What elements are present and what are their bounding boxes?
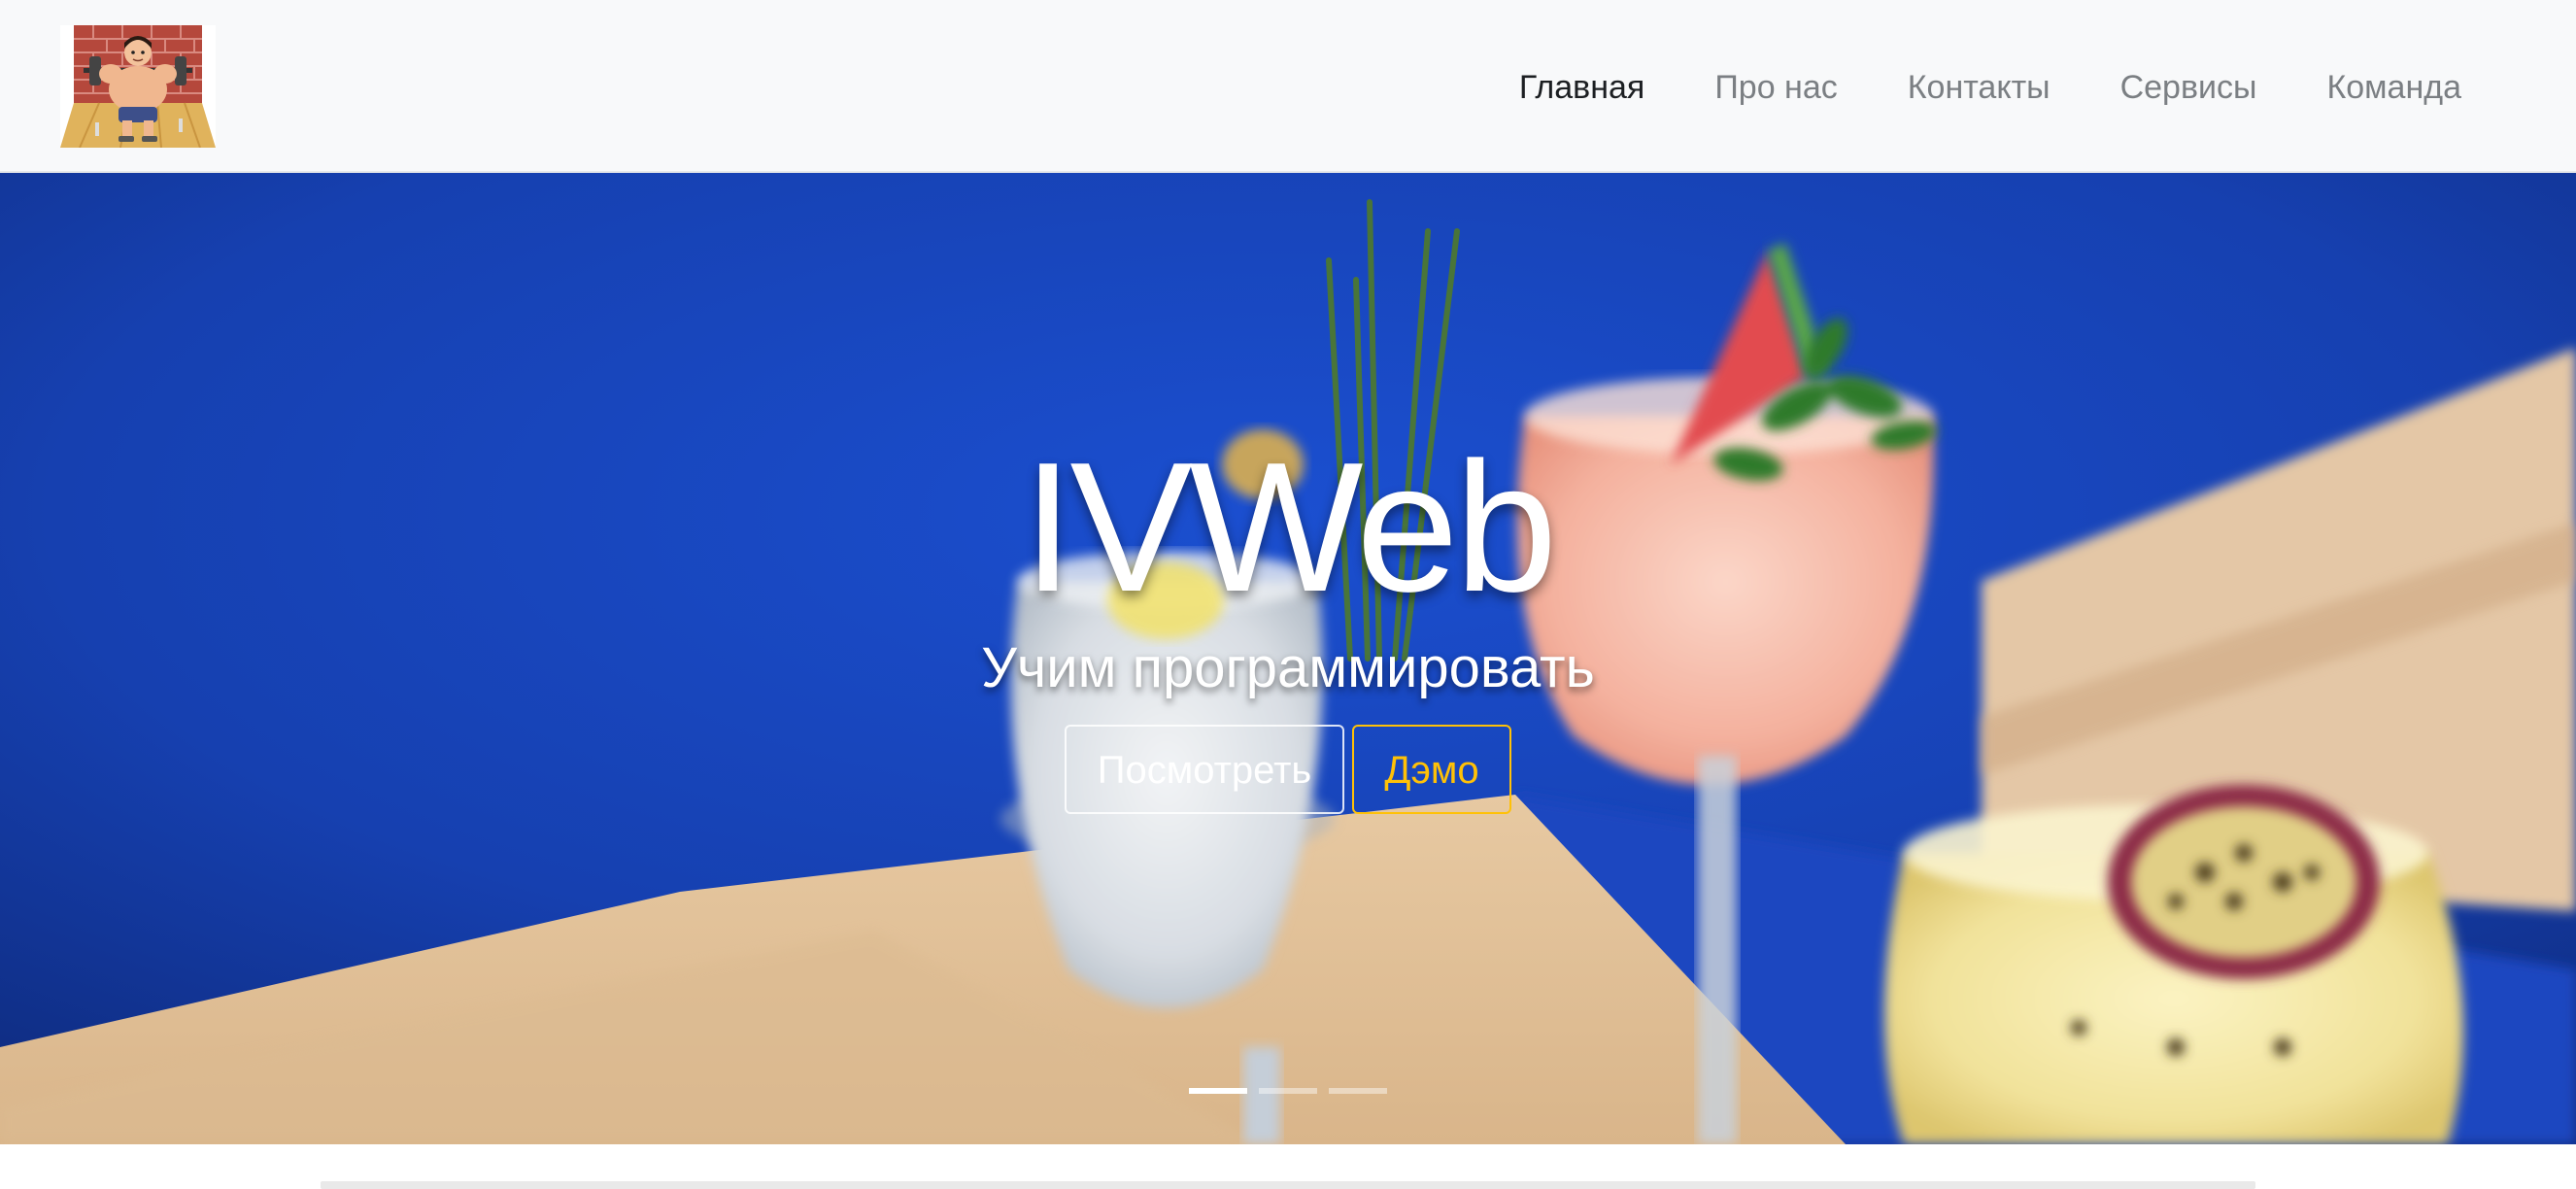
nav-menu: Главная Про нас Контакты Сервисы Команда (1519, 56, 2461, 119)
section-divider (321, 1181, 2255, 1189)
carousel-caption: IVWeb Учим программировать Посмотреть Дэ… (802, 425, 1774, 814)
cartoon-bodybuilder-logo-icon (60, 25, 216, 148)
carousel-indicator-1[interactable] (1189, 1088, 1247, 1094)
hero-buttons: Посмотреть Дэмо (802, 725, 1774, 814)
hero-subtitle: Учим программировать (981, 636, 1595, 699)
hero-title: IVWeb (1022, 425, 1558, 630)
carousel-indicator-3[interactable] (1329, 1088, 1387, 1094)
navbar: Главная Про нас Контакты Сервисы Команда (0, 0, 2576, 173)
demo-button[interactable]: Дэмо (1352, 725, 1511, 814)
view-button[interactable]: Посмотреть (1065, 725, 1344, 814)
next-section (0, 1144, 2576, 1189)
page: Главная Про нас Контакты Сервисы Команда (0, 0, 2576, 1189)
carousel-indicator-2[interactable] (1259, 1088, 1317, 1094)
nav-link-home[interactable]: Главная (1519, 69, 1644, 106)
hero-carousel: IVWeb Учим программировать Посмотреть Дэ… (0, 173, 2576, 1144)
carousel-indicators (1189, 1088, 1387, 1094)
nav-link-services[interactable]: Сервисы (2120, 69, 2257, 106)
brand-logo[interactable] (60, 25, 216, 148)
nav-link-team[interactable]: Команда (2326, 69, 2461, 106)
nav-link-about[interactable]: Про нас (1714, 69, 1837, 106)
nav-link-contacts[interactable]: Контакты (1908, 69, 2051, 106)
